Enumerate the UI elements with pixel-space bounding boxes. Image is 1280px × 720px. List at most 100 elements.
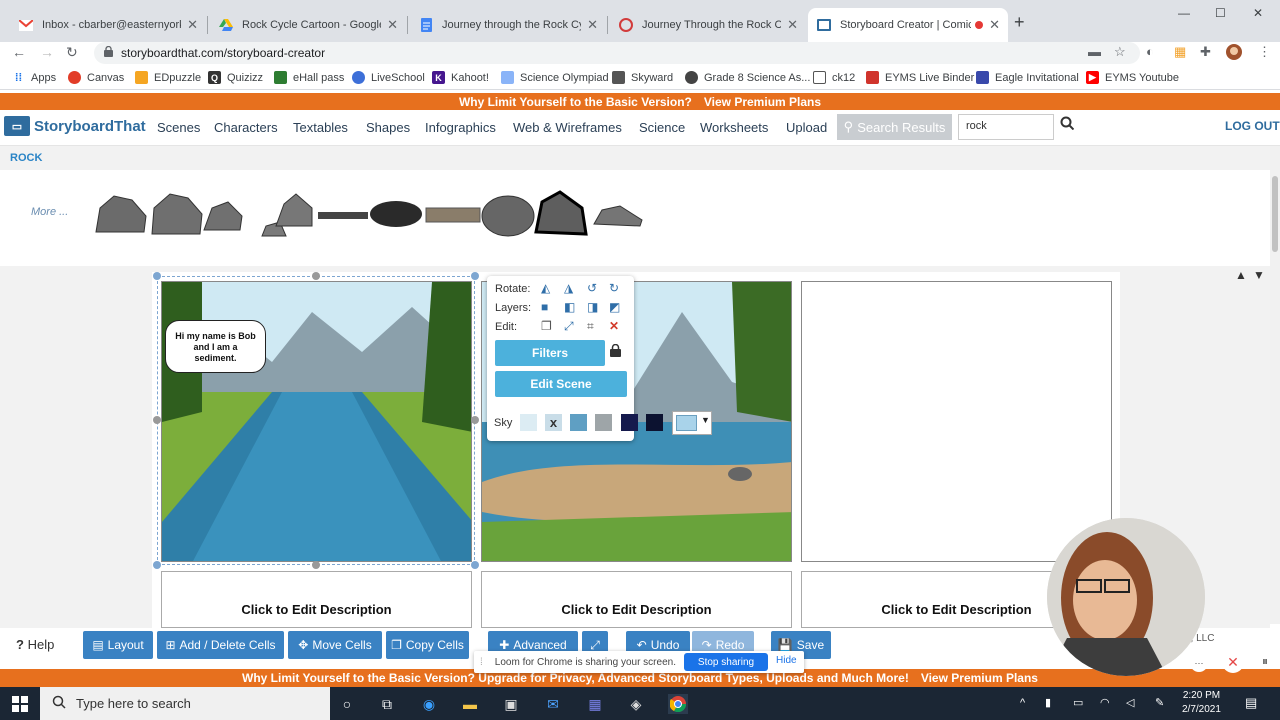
- back-icon[interactable]: ←: [12, 44, 26, 60]
- arrow-up-icon[interactable]: ▲: [1235, 268, 1247, 282]
- bookmark-apps[interactable]: ⁞⁞ Apps: [12, 71, 56, 84]
- system-clock[interactable]: 2:20 PM 2/7/2021: [1182, 689, 1221, 717]
- sky-swatch[interactable]: [520, 414, 537, 431]
- extension-icon[interactable]: ◐: [1146, 44, 1154, 59]
- menu-shapes[interactable]: Shapes: [366, 120, 410, 135]
- bookmark-star-icon[interactable]: ☆: [1114, 44, 1126, 60]
- close-window-icon[interactable]: ✕: [1253, 6, 1263, 20]
- sky-swatch[interactable]: [595, 414, 612, 431]
- cell-description-2[interactable]: Click to Edit Description: [481, 571, 792, 628]
- bookmark-canvas[interactable]: Canvas: [68, 71, 124, 84]
- hide-button[interactable]: Hide: [776, 655, 797, 666]
- bookmark-ck12[interactable]: ck12: [813, 71, 855, 84]
- crop-icon[interactable]: ⌗: [587, 319, 594, 334]
- arrow-down-icon[interactable]: ▼: [1253, 268, 1265, 282]
- bookmark-liveschool[interactable]: LiveSchool: [352, 71, 425, 84]
- tray-battery-icon[interactable]: ▭: [1073, 696, 1083, 709]
- maximize-icon[interactable]: ☐: [1215, 6, 1226, 20]
- cortana-icon[interactable]: ○: [337, 694, 357, 714]
- send-backward-icon[interactable]: ◨: [587, 300, 598, 314]
- close-icon[interactable]: ✕: [989, 17, 1000, 33]
- tab-rock-cycle[interactable]: Journey Through the Rock Cycle ✕: [610, 8, 806, 42]
- search-results-tab[interactable]: ⚲ Search Results: [837, 114, 952, 140]
- close-icon[interactable]: ✕: [787, 17, 798, 33]
- tab-google-drive[interactable]: Rock Cycle Cartoon - Google Dri ✕: [210, 8, 406, 42]
- menu-web-wireframes[interactable]: Web & Wireframes: [513, 120, 622, 135]
- tab-docs[interactable]: Journey through the Rock Cycle ✕: [410, 8, 606, 42]
- menu-textables[interactable]: Textables: [293, 120, 348, 135]
- menu-infographics[interactable]: Infographics: [425, 120, 496, 135]
- bookmark-eagle-invitational[interactable]: Eagle Invitational: [976, 71, 1079, 84]
- help-button[interactable]: ? Help: [16, 637, 54, 652]
- rock-assets[interactable]: [90, 186, 650, 242]
- bookmark-grade8-science[interactable]: Grade 8 Science As...: [685, 71, 810, 84]
- bookmark-science-olympiad[interactable]: Science Olympiad: [501, 71, 609, 84]
- bookmark-eyms-youtube[interactable]: ▶ EYMS Youtube: [1086, 71, 1179, 84]
- resize-handle[interactable]: [471, 416, 479, 424]
- stop-sharing-button[interactable]: Stop sharing: [684, 653, 768, 671]
- file-explorer-icon[interactable]: ▬: [460, 694, 480, 714]
- copy-cells-button[interactable]: ❐ Copy Cells: [386, 631, 469, 659]
- tray-chevron-icon[interactable]: ^: [1020, 697, 1025, 709]
- menu-science[interactable]: Science: [639, 120, 685, 135]
- logout-button[interactable]: LOG OUT: [1225, 119, 1280, 133]
- close-icon[interactable]: ✕: [587, 17, 598, 33]
- search-icon[interactable]: [1060, 116, 1075, 133]
- tag-rock[interactable]: ROCK: [10, 152, 42, 164]
- reload-icon[interactable]: ↻: [66, 44, 78, 61]
- tab-gmail[interactable]: Inbox - cbarber@easternyork.net ✕: [10, 8, 206, 42]
- premium-plans-link[interactable]: View Premium Plans: [704, 95, 821, 109]
- menu-scenes[interactable]: Scenes: [157, 120, 200, 135]
- layout-button[interactable]: ▤ Layout: [83, 631, 153, 659]
- tray-pen-icon[interactable]: ✎: [1155, 696, 1164, 709]
- flip-horizontal-icon[interactable]: ◭: [541, 281, 550, 295]
- scrollbar-thumb[interactable]: [1272, 176, 1278, 252]
- close-icon[interactable]: ✕: [387, 17, 398, 33]
- menu-upload[interactable]: Upload: [786, 120, 827, 135]
- webcam-bubble[interactable]: [1047, 518, 1205, 676]
- send-to-back-icon[interactable]: ◩: [609, 300, 620, 314]
- address-bar[interactable]: storyboardthat.com/storyboard-creator: [94, 42, 1140, 64]
- resize-handle[interactable]: [153, 561, 161, 569]
- speech-bubble[interactable]: Hi my name is Bob and I am a sediment.: [165, 320, 266, 373]
- sky-swatch[interactable]: [570, 414, 587, 431]
- sky-color-picker[interactable]: ▼: [672, 411, 712, 435]
- avatar[interactable]: [1226, 44, 1242, 63]
- resize-handle[interactable]: [153, 416, 161, 424]
- resize-handle[interactable]: [153, 272, 161, 280]
- task-view-icon[interactable]: ⧉: [377, 694, 397, 714]
- search-input[interactable]: rock: [958, 114, 1054, 140]
- delete-icon[interactable]: ✕: [609, 319, 619, 333]
- store-icon[interactable]: ▣: [501, 694, 521, 714]
- windows-start-icon[interactable]: [10, 694, 30, 714]
- lock-icon[interactable]: [610, 343, 621, 360]
- resize-handle[interactable]: [471, 272, 479, 280]
- bookmark-skyward[interactable]: Skyward: [612, 71, 673, 84]
- storyboardthat-logo[interactable]: ▭ StoryboardThat: [4, 116, 146, 136]
- storyboard-cell-3[interactable]: [801, 281, 1112, 562]
- resize-icon[interactable]: ⤢: [564, 319, 574, 334]
- bookmark-kahoot[interactable]: K Kahoot!: [432, 71, 489, 84]
- loom-pause-icon[interactable]: ⋯: [1190, 654, 1208, 672]
- bring-forward-icon[interactable]: ◧: [564, 300, 575, 314]
- taskbar-search[interactable]: Type here to search: [40, 687, 330, 720]
- resize-handle[interactable]: [471, 561, 479, 569]
- edit-scene-button[interactable]: Edit Scene: [495, 371, 627, 397]
- sky-swatch[interactable]: [621, 414, 638, 431]
- tab-storyboard-creator[interactable]: Storyboard Creator | Comic S ✕: [808, 8, 1008, 42]
- bring-to-front-icon[interactable]: ■: [541, 300, 548, 314]
- new-tab-icon[interactable]: +: [1014, 12, 1025, 33]
- sky-swatch[interactable]: [646, 414, 663, 431]
- minimize-icon[interactable]: —: [1178, 6, 1190, 20]
- grid-extension-icon[interactable]: ▦: [1174, 44, 1186, 60]
- camera-icon[interactable]: ▬: [1088, 44, 1101, 59]
- cell-description-1[interactable]: Click to Edit Description: [161, 571, 472, 628]
- notifications-icon[interactable]: ▤: [1245, 695, 1257, 711]
- menu-worksheets[interactable]: Worksheets: [700, 120, 768, 135]
- tray-volume-icon[interactable]: ◁: [1126, 696, 1134, 709]
- tray-wifi-icon[interactable]: ◠: [1100, 696, 1110, 709]
- sky-swatch-none[interactable]: x: [545, 414, 562, 431]
- bookmark-quizizz[interactable]: Q Quizizz: [208, 71, 263, 84]
- bookmark-ehall-pass[interactable]: eHall pass: [274, 71, 344, 84]
- filters-button[interactable]: Filters: [495, 340, 605, 366]
